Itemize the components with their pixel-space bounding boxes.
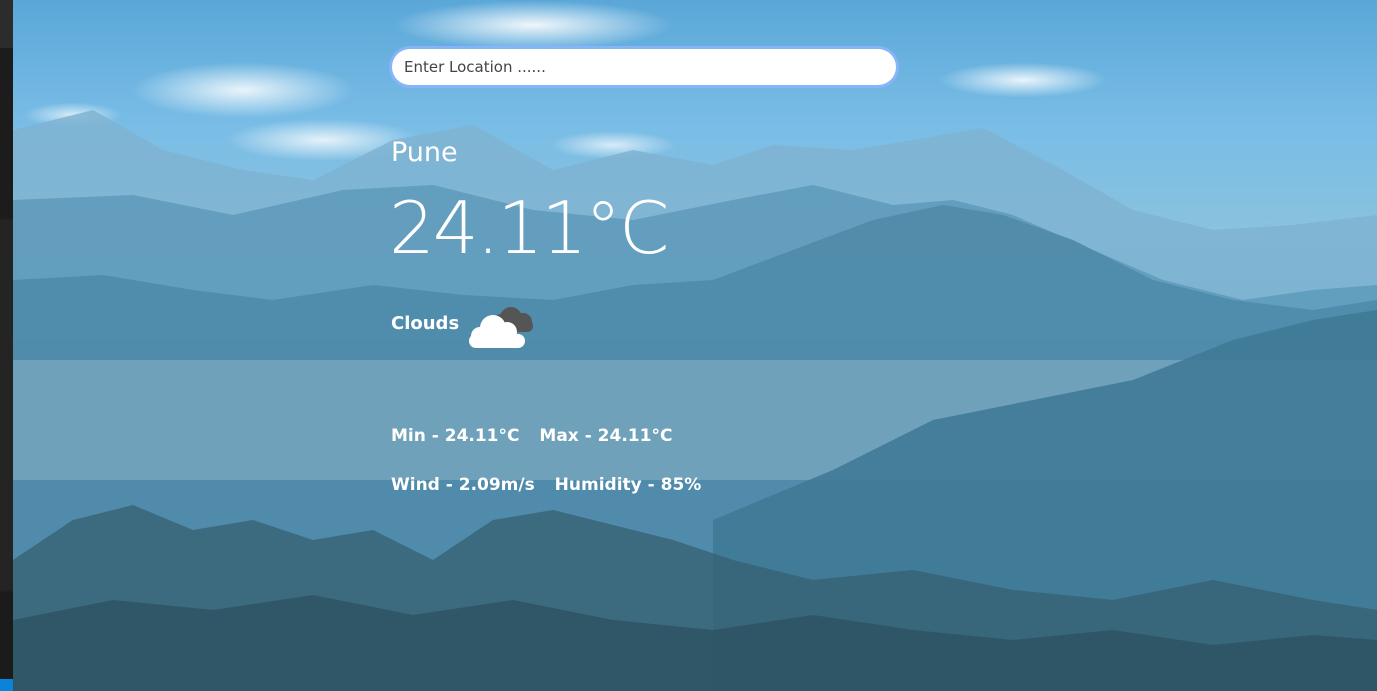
min-temperature: Min - 24.11°C	[391, 426, 520, 446]
wind-speed: Wind - 2.09m/s	[391, 475, 535, 495]
max-temperature: Max - 24.11°C	[539, 426, 673, 446]
humidity-value: Humidity - 85%	[554, 475, 702, 495]
cloudy-icon	[469, 307, 533, 348]
app-window: Pune 24.11°C Clouds Min - 24.11°C Max - …	[0, 0, 1377, 691]
weather-condition: Clouds	[391, 313, 460, 334]
city-name: Pune	[391, 137, 458, 168]
side-strip-accent	[0, 679, 13, 691]
wind-humidity-row: Wind - 2.09m/s Humidity - 85%	[391, 475, 715, 495]
min-max-row: Min - 24.11°C Max - 24.11°C	[391, 426, 686, 446]
background-landscape	[13, 0, 1377, 691]
search-box	[389, 46, 899, 88]
browser-side-strip	[0, 0, 13, 691]
mountain-landscape	[13, 110, 1377, 691]
location-search-input[interactable]	[392, 49, 896, 85]
temperature-value: 24.11°C	[389, 186, 669, 270]
